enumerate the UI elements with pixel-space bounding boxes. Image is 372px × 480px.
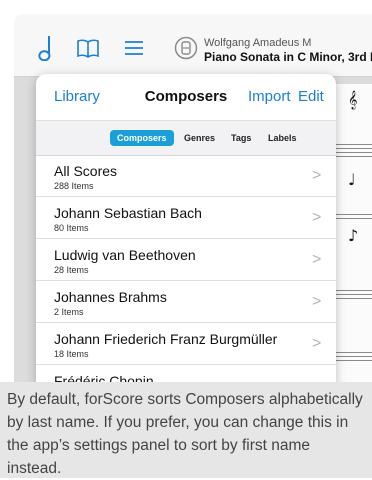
sheet-music-background: 𝄞 ♩ ♪ — [336, 84, 372, 382]
app-frame: Wolfgang Amadeus M Piano Sonata in C Min… — [14, 14, 372, 382]
menu-icon[interactable] — [120, 34, 148, 62]
setlist-icon[interactable] — [172, 34, 200, 62]
chevron-right-icon: > — [312, 251, 322, 268]
row-name: Ludwig van Beethoven — [54, 247, 196, 263]
edit-button[interactable]: Edit — [298, 88, 324, 105]
row-name: Johann Sebastian Bach — [54, 205, 202, 221]
row-count: 28 Items — [54, 265, 89, 275]
row-count: 18 Items — [54, 349, 89, 359]
chevron-right-icon: > — [312, 293, 322, 310]
row-count: 2 Items — [54, 307, 84, 317]
score-title[interactable]: Piano Sonata in C Minor, 3rd Mo — [204, 50, 372, 64]
segment-genres[interactable]: Genres — [184, 130, 215, 146]
popover-nav-bar: Library Composers Import Edit — [36, 74, 336, 118]
segment-labels[interactable]: Labels — [268, 130, 297, 146]
segment-composers[interactable]: Composers — [110, 130, 174, 146]
composers-popover: Library Composers Import Edit Composers … — [36, 74, 336, 382]
category-segmented-control: Composers Genres Tags Labels — [36, 120, 336, 156]
book-icon[interactable] — [74, 34, 102, 62]
toolbar: Wolfgang Amadeus M Piano Sonata in C Min… — [14, 14, 372, 77]
list-item[interactable]: Ludwig van Beethoven 28 Items > — [36, 239, 336, 281]
caption-box: By default, forScore sorts Composers alp… — [0, 382, 372, 478]
list-item[interactable]: Johann Friederich Franz Burgmüller 18 It… — [36, 323, 336, 365]
row-count: 288 Items — [54, 181, 94, 191]
list-item[interactable]: All Scores 288 Items > — [36, 155, 336, 197]
row-name: Johannes Brahms — [54, 289, 167, 305]
library-back-button[interactable]: Library — [54, 88, 100, 105]
row-name: All Scores — [54, 163, 118, 179]
chevron-right-icon: > — [312, 167, 322, 184]
composer-label: Wolfgang Amadeus M — [204, 37, 312, 49]
import-button[interactable]: Import — [248, 88, 291, 105]
music-note-icon[interactable] — [32, 34, 60, 62]
segment-tags[interactable]: Tags — [231, 130, 251, 146]
composer-list: All Scores 288 Items > Johann Sebastian … — [36, 155, 336, 382]
list-item[interactable]: Johannes Brahms 2 Items > — [36, 281, 336, 323]
chevron-right-icon: > — [312, 209, 322, 226]
row-name: Frédéric Chopin — [54, 373, 154, 382]
list-item[interactable]: Johann Sebastian Bach 80 Items > — [36, 197, 336, 239]
row-name: Johann Friederich Franz Burgmüller — [54, 331, 278, 347]
chevron-right-icon: > — [312, 335, 322, 352]
list-item[interactable]: Frédéric Chopin — [36, 365, 336, 382]
caption-text: By default, forScore sorts Composers alp… — [7, 391, 363, 477]
row-count: 80 Items — [54, 223, 89, 233]
